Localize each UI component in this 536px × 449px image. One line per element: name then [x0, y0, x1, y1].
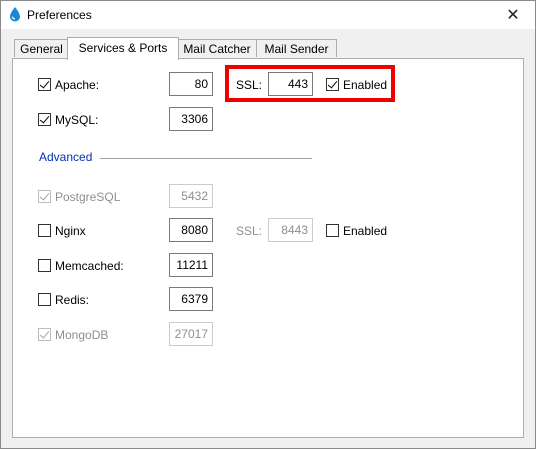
apache-checkbox[interactable] [38, 78, 51, 91]
memcached-label: Memcached: [55, 259, 124, 273]
mysql-port-field[interactable]: 3306 [169, 107, 213, 131]
nginx-ssl-port-field[interactable]: 8443 [268, 218, 313, 242]
nginx-label: Nginx [55, 224, 86, 238]
redis-checkbox[interactable] [38, 293, 51, 306]
nginx-ssl-label: SSL: [236, 224, 263, 238]
services-content: Apache: 80 SSL: 443 Enabled MySQL: 3306 … [1, 1, 535, 448]
postgresql-label: PostgreSQL [55, 190, 121, 204]
redis-label: Redis: [55, 293, 90, 307]
redis-port-field[interactable]: 6379 [169, 287, 213, 311]
mysql-checkbox[interactable] [38, 113, 51, 126]
memcached-port-field[interactable]: 11211 [169, 253, 213, 277]
advanced-separator [100, 158, 312, 159]
mongodb-checkbox [38, 328, 51, 341]
nginx-checkbox[interactable] [38, 224, 51, 237]
apache-port-field[interactable]: 80 [169, 72, 213, 96]
nginx-ssl-enabled-checkbox[interactable] [326, 224, 339, 237]
mysql-label: MySQL: [55, 113, 99, 127]
ssl-highlight-box [225, 65, 395, 102]
mongodb-label: MongoDB [55, 328, 109, 342]
memcached-checkbox[interactable] [38, 259, 51, 272]
postgresql-port-field: 5432 [169, 184, 213, 208]
postgresql-checkbox [38, 190, 51, 203]
nginx-port-field[interactable]: 8080 [169, 218, 213, 242]
apache-label: Apache: [55, 78, 100, 92]
mongodb-port-field: 27017 [169, 322, 213, 346]
advanced-heading: Advanced [39, 150, 93, 164]
preferences-window: Preferences ✕ General Services & Ports M… [0, 0, 536, 449]
nginx-ssl-enabled-label: Enabled [343, 224, 388, 238]
